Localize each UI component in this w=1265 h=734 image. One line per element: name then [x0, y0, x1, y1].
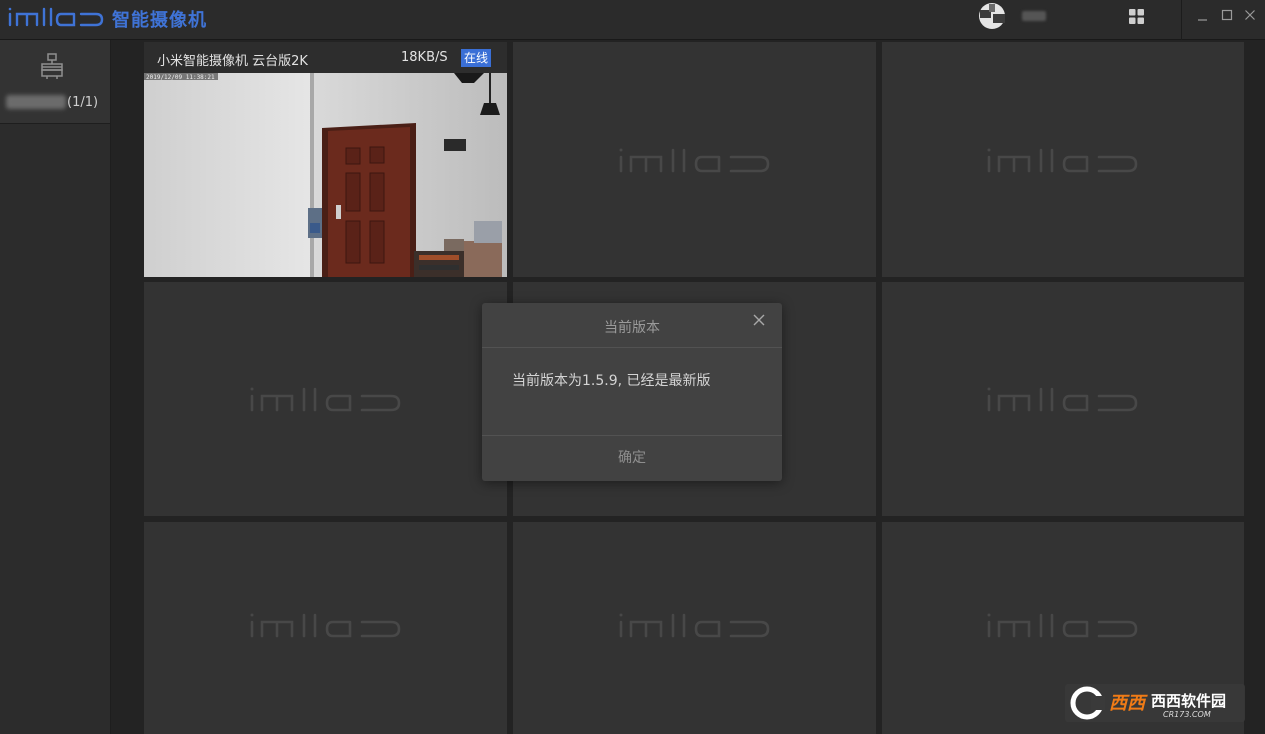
camera-live-feed[interactable]: 2019/12/09 11:38:21	[144, 73, 507, 277]
video-cell-empty[interactable]	[882, 282, 1244, 516]
imilab-watermark-icon	[250, 387, 400, 412]
video-timestamp: 2019/12/09 11:38:21	[146, 74, 215, 81]
imilab-watermark-icon	[987, 387, 1138, 412]
site-badge-text: 西西软件园	[1151, 692, 1226, 710]
video-cell-empty[interactable]	[882, 42, 1244, 277]
status-badge: 在线	[461, 49, 492, 67]
video-cell-empty[interactable]	[513, 42, 876, 277]
title-bar: 智能摄像机	[0, 0, 1265, 40]
account-avatar-icon[interactable]	[976, 1, 1008, 31]
imilab-watermark-icon	[619, 148, 769, 172]
titlebar-separator	[1181, 0, 1182, 40]
dialog-message: 当前版本为1.5.9, 已经是最新版	[512, 373, 711, 389]
camera-name: 小米智能摄像机 云台版2K	[157, 54, 308, 69]
device-sidebar: (1/1)	[0, 40, 111, 734]
dialog-title: 当前版本	[604, 320, 660, 336]
maximize-button[interactable]	[1218, 6, 1236, 24]
site-watermark-logo: 西西 西西软件园 CR173.COM	[1065, 684, 1245, 722]
device-group-icon	[41, 53, 63, 79]
device-group-name-blurred	[6, 95, 66, 109]
imilab-watermark-icon	[987, 613, 1138, 638]
minimize-button[interactable]	[1194, 6, 1212, 24]
live-cell-header: 小米智能摄像机 云台版2K 18KB/S 在线	[144, 42, 507, 73]
app-title: 智能摄像机	[112, 10, 207, 31]
confirm-button[interactable]: 确定	[482, 436, 782, 481]
imilab-logo	[8, 7, 104, 27]
imilab-watermark-icon	[250, 613, 400, 638]
site-badge-url: CR173.COM	[1163, 710, 1211, 719]
layout-grid-icon[interactable]	[1128, 8, 1145, 25]
video-cell-empty[interactable]	[144, 522, 507, 734]
dialog-divider	[482, 347, 782, 348]
version-dialog: 当前版本 当前版本为1.5.9, 已经是最新版 确定	[482, 303, 782, 481]
imilab-watermark-icon	[619, 613, 769, 638]
camera-data-rate: 18KB/S	[401, 50, 448, 65]
close-window-button[interactable]	[1241, 6, 1259, 24]
video-cell-empty[interactable]	[144, 282, 507, 516]
imilab-watermark-icon	[987, 148, 1138, 172]
account-name-blurred[interactable]	[1022, 11, 1046, 21]
device-group-count: (1/1)	[67, 95, 99, 110]
close-icon[interactable]	[752, 313, 766, 327]
video-cell-empty[interactable]	[513, 522, 876, 734]
video-cell-live[interactable]: 小米智能摄像机 云台版2K 18KB/S 在线 2019/12/09 11:38…	[144, 42, 507, 277]
svg-text:西西: 西西	[1109, 693, 1148, 714]
sidebar-item-device-group[interactable]: (1/1)	[0, 40, 110, 124]
